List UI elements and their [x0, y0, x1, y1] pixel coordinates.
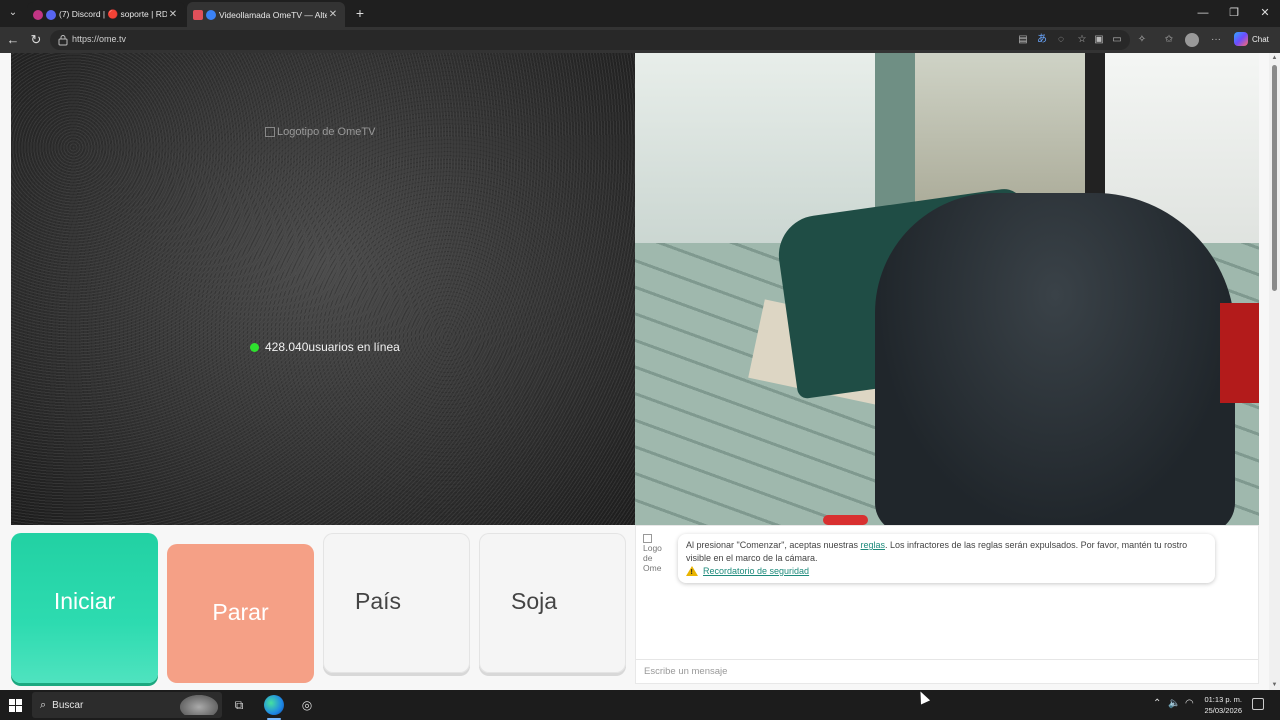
tab-label: Videollamada OmeTV — Alter — [219, 9, 327, 20]
more-options-icon[interactable]: ··· — [1209, 33, 1223, 47]
partner-video: Logotipo de OmeTV 428.040 usuarios en lí… — [11, 53, 635, 525]
ometv-favicon-icon — [206, 9, 216, 20]
favorites-icon[interactable]: ✩ — [1162, 33, 1176, 47]
rules-notice-message: Al presionar "Comenzar", aceptas nuestra… — [678, 534, 1215, 583]
profile-avatar-icon[interactable] — [1185, 33, 1199, 47]
copilot-chat-button[interactable]: Chat — [1234, 32, 1269, 46]
url-text: https://ome.tv — [72, 34, 127, 44]
show-hidden-icons-icon[interactable]: ⌃ — [1153, 698, 1161, 709]
windows-taskbar: ⌕ Buscar ⧉ ◎ ⌃ 🔈 ◠ 01:13 p. m. 25/03/202… — [0, 690, 1280, 720]
scrollbar-thumb[interactable] — [1272, 65, 1277, 291]
message-input-container — [636, 659, 1258, 683]
extensions-icon[interactable]: ✧ — [1135, 33, 1149, 47]
reload-icon[interactable]: ↻ — [27, 31, 45, 49]
copilot-icon — [1234, 32, 1248, 46]
close-window-button[interactable]: ✕ — [1250, 3, 1280, 23]
online-label: usuarios en línea — [308, 340, 400, 354]
scroll-up-arrow-icon[interactable]: ▲ — [1269, 53, 1280, 63]
broken-image-icon — [643, 534, 652, 543]
scroll-down-arrow-icon[interactable]: ▼ — [1269, 680, 1280, 690]
copilot-label: Chat — [1252, 34, 1269, 44]
browser-toolbar: ← ↻ https://ome.tv ▤ あ ◌ ☆ ▣ ▭ ✧ ✩ ··· C… — [0, 27, 1280, 53]
tab-label: (7) Discord | 🔴 soporte | RD — [59, 9, 167, 19]
edge-browser-icon[interactable] — [264, 695, 284, 715]
tab-discord[interactable]: (7) Discord | 🔴 soporte | RD ✕ — [27, 2, 185, 27]
camera-chair — [875, 193, 1235, 525]
back-arrow-icon[interactable]: ← — [4, 31, 22, 49]
logo-alt-text: Logo — [643, 543, 662, 553]
favorite-star-icon[interactable]: ☆ — [1075, 33, 1089, 47]
address-bar[interactable]: https://ome.tv — [50, 30, 1130, 50]
online-users-indicator: 428.040 usuarios en línea — [250, 340, 400, 354]
discord-favicon-icon — [33, 9, 43, 20]
windows-start-icon[interactable] — [9, 699, 22, 712]
tab-actions-menu-icon[interactable]: ⌄ — [4, 4, 22, 22]
page-scrollbar[interactable]: ▲ ▼ — [1269, 53, 1280, 690]
logo-alt-text: Logotipo de OmeTV — [277, 126, 376, 138]
video-permission-icon[interactable]: ▭ — [1110, 33, 1124, 47]
chrome-app-icon[interactable]: ◎ — [297, 695, 317, 715]
video-static-noise — [11, 53, 635, 525]
online-status-dot-icon — [250, 342, 259, 352]
network-icon[interactable]: ◠ — [1185, 698, 1194, 709]
safety-reminder-link[interactable]: Recordatorio de seguridad — [703, 565, 809, 578]
camera-permission-icon[interactable]: ▣ — [1092, 33, 1106, 47]
tab-close-icon[interactable]: ✕ — [167, 9, 179, 20]
chat-panel: Logo de Ome Al presionar "Comenzar", ace… — [635, 525, 1259, 684]
restore-button[interactable]: ❐ — [1219, 3, 1249, 23]
stop-button[interactable]: Parar — [167, 544, 314, 683]
search-highlight-image — [180, 695, 218, 715]
lock-icon — [58, 35, 68, 46]
rules-link[interactable]: reglas — [860, 540, 885, 550]
logo-alt-text: de — [643, 553, 653, 563]
notifications-icon[interactable] — [1252, 698, 1264, 710]
ome-logo: Logo de Ome — [643, 534, 673, 573]
search-icon: ⌕ — [40, 698, 47, 711]
tracking-prevention-icon[interactable]: ◌ — [1054, 33, 1068, 47]
gender-filter-button[interactable]: Soja — [479, 533, 626, 673]
country-filter-button[interactable]: País — [323, 533, 470, 673]
clock-time: 01:13 p. m. — [1204, 695, 1242, 704]
new-tab-button[interactable]: + — [352, 4, 368, 22]
broken-image-icon — [265, 127, 275, 137]
camera-favicon-icon — [193, 9, 203, 20]
app-favicon-icon — [46, 9, 56, 20]
browser-titlebar: ⌄ (7) Discord | 🔴 soporte | RD ✕ Videoll… — [0, 0, 1280, 27]
online-count: 428.040 — [265, 340, 309, 354]
translate-icon[interactable]: あ — [1035, 33, 1049, 47]
warning-icon — [686, 566, 698, 580]
taskbar-search[interactable]: ⌕ Buscar — [32, 692, 222, 718]
volume-icon[interactable]: 🔈 — [1168, 698, 1180, 709]
message-input[interactable] — [636, 660, 1258, 683]
page-content: Logotipo de OmeTV 428.040 usuarios en lí… — [0, 53, 1280, 690]
minimize-button[interactable]: — — [1188, 3, 1218, 23]
reader-view-icon[interactable]: ▤ — [1016, 33, 1030, 47]
camera-red-object — [823, 515, 868, 525]
ometv-logo: Logotipo de OmeTV — [265, 126, 375, 138]
notice-text: Al presionar "Comenzar", aceptas nuestra… — [686, 540, 861, 550]
camera-red-object — [1220, 303, 1259, 403]
task-view-icon[interactable]: ⧉ — [229, 695, 249, 715]
camera-door-frame — [1085, 53, 1105, 203]
taskbar-clock[interactable]: 01:13 p. m. 25/03/2026 — [1196, 694, 1242, 716]
tab-close-icon[interactable]: ✕ — [327, 9, 339, 20]
clock-date: 25/03/2026 — [1204, 706, 1242, 715]
logo-alt-text: Ome — [643, 563, 662, 573]
search-label: Buscar — [52, 699, 84, 711]
self-camera-video — [635, 53, 1259, 525]
start-button[interactable]: Iniciar — [11, 533, 158, 683]
tab-ometv[interactable]: Videollamada OmeTV — Alter ✕ — [187, 2, 345, 27]
